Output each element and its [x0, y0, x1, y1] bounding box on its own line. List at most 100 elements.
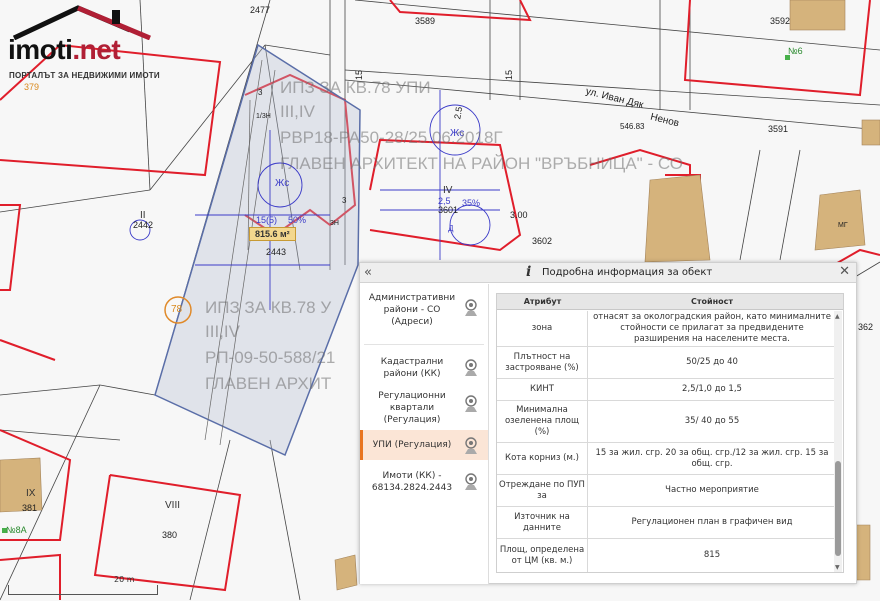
annotation-text: РВР18-РА50-28/25.06.2018Г [280, 128, 503, 147]
zone-label: Жс [275, 178, 290, 189]
layer-item-properties[interactable]: Имоти (КК) - 68134.2824.2443 [360, 464, 488, 500]
row-value: 815 [703, 550, 721, 560]
row-value: Регулационен план в графичен вид [631, 517, 793, 527]
layer-item-label: УПИ (Регулация) [372, 440, 452, 450]
row-attribute: Плътност на застрояване (%) [497, 347, 588, 378]
info-icon: i [526, 264, 532, 280]
annotation-text: РП-09-50-588/21 [205, 348, 336, 367]
parcel-number: 2477 [250, 5, 271, 15]
table-row: Източник на данните Регулационен план в … [497, 507, 835, 539]
close-panel-button[interactable]: ✕ [839, 264, 850, 279]
map-pin-icon [465, 437, 477, 454]
dimension-label: 15 [504, 69, 515, 81]
row-attribute: Кота корниз (м.) [497, 443, 588, 474]
layer-item-label: Кадастрални райони (КК) [380, 357, 444, 379]
annotation-text: ГЛАВЕН АРХИТЕКТ НА РАЙОН "ВРЪБНИЦА" - СО [280, 154, 683, 173]
parcel-number: 380 [162, 530, 178, 540]
table-row: КИНТ 2,5/1,0 до 1,5 [497, 379, 835, 401]
lot-roman: IV [443, 185, 453, 196]
dimension-label: 3.00 [510, 210, 528, 220]
layer-item-label: Административни райони - СО (Адреси) [368, 293, 456, 327]
table-row: Отреждане по ПУП за Частно мероприятие [497, 475, 835, 507]
divider [364, 344, 484, 345]
layer-list: Административни райони - СО (Адреси) Кад… [360, 284, 489, 584]
parcel-number: 3592 [770, 16, 791, 26]
map-pin-icon [465, 299, 477, 316]
annotation-text: III,IV [280, 102, 315, 121]
street-code: 546.83 [620, 122, 645, 131]
quarter-number: 78 [171, 304, 183, 315]
scroll-thumb[interactable] [835, 461, 841, 556]
map-pin-icon [465, 473, 477, 490]
address-number: №6 [788, 46, 803, 56]
table-row: Площ, определена от ЦМ (кв. м.) 815 [497, 539, 835, 572]
parcel-number: 362 [858, 322, 874, 332]
table-row: Кота корниз (м.) 15 за жил. сгр. 20 за о… [497, 443, 835, 475]
table-row: зона отнасят за околоградския район, кат… [497, 311, 835, 347]
density-label: 35% [462, 198, 481, 208]
row-value: 50/25 до 40 [686, 357, 738, 367]
building-label: МГ [838, 222, 848, 229]
row-attribute: Минимална озеленена площ (%) [497, 401, 588, 442]
row-value: 2,5/1,0 до 1,5 [682, 384, 742, 394]
row-attribute: зона [497, 311, 588, 346]
parcel-number: 3589 [415, 16, 436, 26]
density-label: 2,5 [438, 196, 451, 206]
annotation-text: III,IV [205, 322, 240, 341]
logo-tagline: ПОРТАЛЪТ ЗА НЕДВИЖИМИ ИМОТИ [9, 71, 160, 80]
object-info-panel: « i Подробна информация за обект ✕ Админ… [359, 262, 857, 584]
map-pin-icon [465, 359, 477, 376]
row-value: отнасят за околоградския район, като мин… [593, 312, 831, 344]
row-value: Частно мероприятие [665, 485, 759, 495]
row-attribute: Източник на данните [497, 507, 588, 538]
row-value: 15 за жил. сгр. 20 за общ. сгр./12 за жи… [595, 447, 829, 469]
row-attribute: Площ, определена от ЦМ (кв. м.) [497, 539, 588, 572]
lot-roman: IX [26, 488, 36, 499]
scale-bar: 20 m [8, 575, 158, 595]
scale-label: 20 m [114, 575, 135, 584]
annotation-text: ИПЗ ЗА КВ.78 У [205, 298, 332, 317]
row-value: 35/ 40 до 55 [684, 416, 740, 426]
collapse-panel-button[interactable]: « [364, 265, 372, 280]
row-attribute: Отреждане по ПУП за [497, 475, 588, 506]
map-pin-icon [465, 395, 477, 412]
table-row: Плътност на застрояване (%) 50/25 до 40 [497, 347, 835, 379]
layer-item-label: Регулационни квартали (Регулация) [378, 391, 446, 425]
column-header-value: Стойност [690, 297, 733, 306]
row-attribute: КИНТ [497, 379, 588, 400]
address-number: №8А [6, 525, 27, 535]
panel-title: Подробна информация за обект [542, 267, 713, 278]
parcel-number: 3601 [438, 205, 459, 215]
parcel-number: 2442 [133, 220, 154, 230]
density-label: 50% [288, 215, 307, 225]
layer-item-label: Имоти (КК) - 68134.2824.2443 [371, 471, 453, 493]
letter-label: Д [448, 224, 454, 233]
area-label: 815.6 м² [249, 227, 296, 241]
lot-roman: VIII [165, 500, 181, 511]
layer-item-regulation-quarters[interactable]: Регулационни квартали (Регулация) [360, 388, 488, 432]
attribute-table[interactable]: Атрибут Стойност зона отнасят за окологр… [496, 293, 844, 573]
dimension-label: 3 [258, 88, 263, 97]
lot-roman: II [140, 210, 146, 221]
scroll-up-icon[interactable]: ▲ [835, 313, 840, 320]
density-label: 15(5) [256, 215, 278, 225]
dimension-label: 2.5 [452, 105, 465, 121]
dimension-label: 3Н [330, 220, 339, 227]
layer-item-administrative-districts[interactable]: Административни райони - СО (Адреси) [360, 288, 488, 340]
table-scrollbar[interactable]: ▲ ▼ [834, 311, 842, 572]
layer-item-upi-regulation[interactable]: УПИ (Регулация) [360, 430, 488, 460]
panel-header: « i Подробна информация за обект ✕ [360, 263, 856, 283]
column-header-attribute: Атрибут [523, 297, 562, 306]
dimension-label: 1/3Н [256, 113, 271, 120]
parcel-number: 2443 [266, 247, 287, 257]
scroll-down-icon[interactable]: ▼ [835, 564, 840, 571]
table-row: Минимална озеленена площ (%) 35/ 40 до 5… [497, 401, 835, 443]
parcel-number: 381 [22, 503, 38, 513]
site-logo[interactable]: imoti.net ПОРТАЛЪТ ЗА НЕДВИЖИМИ ИМОТИ [0, 0, 170, 92]
table-header: Атрибут Стойност [497, 294, 843, 310]
annotation-text: ИПЗ ЗА КВ.78 УПИ [280, 78, 431, 97]
annotation-text: ГЛАВЕН АРХИТ [205, 374, 332, 393]
layer-item-cadastral-districts[interactable]: Кадастрални райони (КК) [360, 352, 488, 386]
parcel-number: 3591 [768, 124, 789, 134]
logo-wordmark: imoti.net [8, 34, 121, 65]
